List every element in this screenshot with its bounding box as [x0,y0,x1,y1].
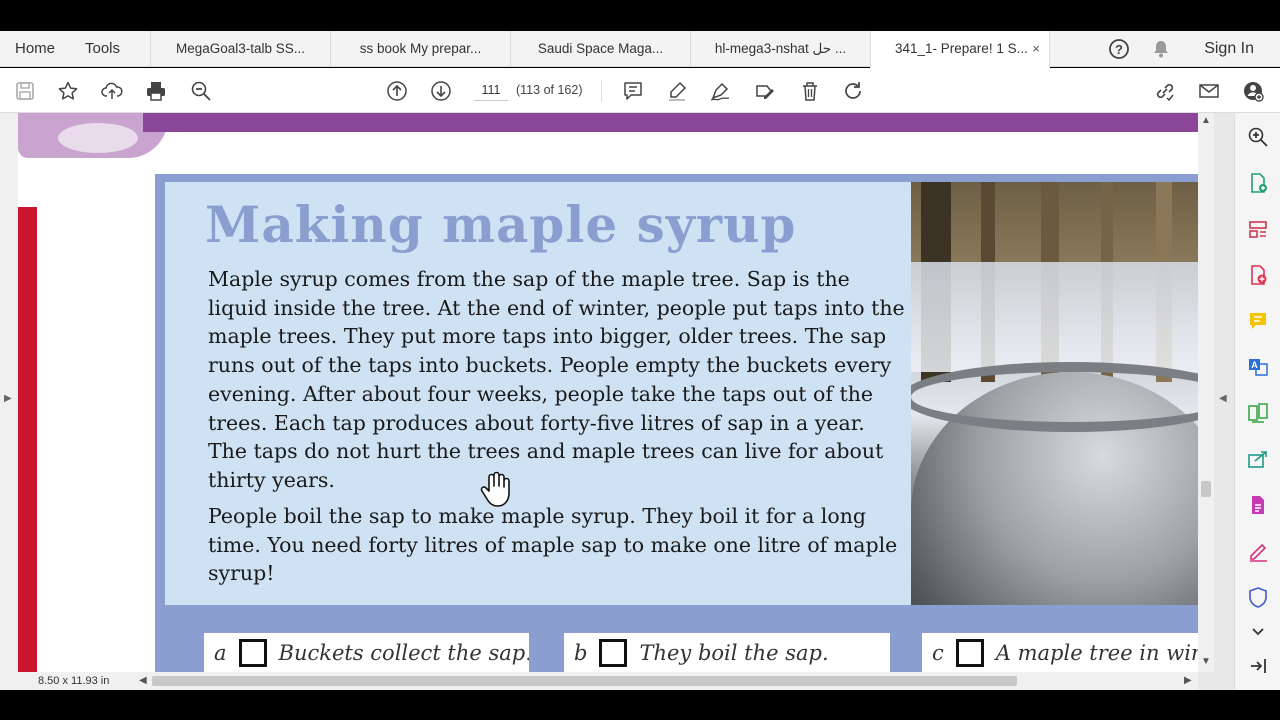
page-header-band [143,113,1198,132]
next-page-icon[interactable] [428,78,454,104]
caption-b-text: They boil the sap. [639,640,829,665]
collapse-tools-panel-icon[interactable] [1246,654,1270,678]
zoom-out-icon[interactable] [188,78,214,104]
add-comment-icon[interactable] [1246,309,1270,333]
hand-cursor-icon [480,471,510,507]
page-count-label: (113 of 162) [516,83,583,97]
menu-home[interactable]: Home [15,31,55,67]
expand-left-panel-icon[interactable]: ▶ [4,393,12,404]
pdf-page: Making maple syrup Maple syrup comes fro… [18,113,1198,672]
svg-text:A: A [1251,360,1258,370]
tab-hl-mega3[interactable]: hl-mega3-nshat حل ... [690,31,870,67]
edit-pdf-icon[interactable] [1246,493,1270,517]
photo-bucket-rim [911,362,1198,432]
highlight-pen-icon[interactable] [664,78,690,104]
document-viewport[interactable]: ▶ Making maple syrup Maple syrup comes f… [0,113,1234,690]
print-icon[interactable] [143,78,169,104]
main-toolbar: 111 (113 of 162) [0,68,1280,113]
save-icon[interactable] [12,78,38,104]
help-icon[interactable]: ? [1108,31,1130,67]
scroll-right-icon[interactable]: ▶ [1184,672,1192,690]
organize-pages-icon[interactable] [1246,217,1270,241]
caption-b-checkbox[interactable] [599,638,628,667]
translate-icon[interactable]: A [1246,355,1270,379]
caption-a-letter: a [214,640,227,665]
caption-c-text: A maple tree in winter. [995,640,1198,665]
vertical-scroll-thumb[interactable] [1201,481,1211,497]
svg-text:?: ? [1115,42,1123,57]
upload-cloud-icon[interactable] [99,78,125,104]
caption-c-checkbox[interactable] [955,638,984,667]
tab-saudi-space[interactable]: Saudi Space Maga... [510,31,690,67]
fill-sign-icon[interactable] [1246,539,1270,563]
article-paragraph-2: People boil the sap to make maple syrup.… [208,504,898,586]
right-tools-panel: A [1234,113,1280,690]
protect-shield-icon[interactable] [1246,585,1270,609]
caption-b-letter: b [574,640,588,665]
horizontal-scroll-thumb[interactable] [152,676,1017,686]
scroll-up-icon[interactable]: ▲ [1201,115,1211,126]
page-decoration-splash-highlight [58,123,138,153]
more-tools-chevron-down-icon[interactable] [1246,619,1270,643]
page-size-label: 8.50 x 11.93 in [38,675,110,687]
collapse-right-panel-icon[interactable]: ◀ [1219,393,1227,404]
draw-pen-icon[interactable] [707,78,733,104]
scroll-down-icon[interactable]: ▼ [1201,656,1211,667]
sign-edit-icon[interactable] [752,78,778,104]
menu-tools[interactable]: Tools [85,31,120,67]
create-pdf-icon[interactable] [1246,171,1270,195]
tab-megagoal3[interactable]: MegaGoal3-talb SS... [150,31,330,67]
export-pdf-icon[interactable] [1246,263,1270,287]
previous-page-icon[interactable] [384,78,410,104]
page-number-input[interactable]: 111 [474,79,508,101]
caption-c-letter: c [932,640,944,665]
caption-a-text: Buckets collect the sap. [278,640,529,665]
share-link-icon[interactable] [1152,78,1178,104]
toolbar-divider [601,80,602,102]
photo-snow [911,262,1198,372]
caption-c: c A maple tree in winter. [922,633,1198,672]
caption-a: a Buckets collect the sap. [204,633,529,672]
tab-ss-book[interactable]: ss book My prepar... [330,31,510,67]
delete-trash-icon[interactable] [797,78,823,104]
zoom-in-icon[interactable] [1246,125,1270,149]
scroll-left-icon[interactable]: ◀ [139,672,147,690]
email-icon[interactable] [1196,78,1222,104]
vertical-scrollbar[interactable]: ▲ ▼ [1198,113,1214,672]
tab-bar: Home Tools MegaGoal3-talb SS... ss book … [0,31,1280,68]
maple-bucket-photo [911,182,1198,605]
comment-icon[interactable] [620,78,646,104]
compare-files-icon[interactable] [1246,401,1270,425]
tab-prepare-active[interactable]: 341_1- Prepare! 1 S... × [870,31,1050,68]
article-title: Making maple syrup [205,195,797,254]
left-panel-collapsed[interactable]: ▶ [0,113,18,690]
caption-a-checkbox[interactable] [238,638,267,667]
sign-in-link[interactable]: Sign In [1204,31,1254,67]
status-bar: 8.50 x 11.93 in ◀ ▶ [18,672,1198,690]
tab-prepare-label: 341_1- Prepare! 1 S... [895,41,1028,56]
bookmark-star-icon[interactable] [55,78,81,104]
rotate-icon[interactable] [840,78,866,104]
send-for-review-icon[interactable] [1246,447,1270,471]
letterbox-bottom [0,690,1280,720]
article-paragraph-1: Maple syrup comes from the sap of the ma… [208,267,905,492]
letterbox-top [0,0,1280,31]
add-user-icon[interactable] [1240,78,1266,104]
acrobat-window: Home Tools MegaGoal3-talb SS... ss book … [0,0,1280,720]
page-edge-red-strip [18,207,37,672]
close-tab-icon[interactable]: × [1032,31,1040,67]
caption-b: b They boil the sap. [564,633,890,672]
notification-bell-icon[interactable] [1150,31,1172,67]
